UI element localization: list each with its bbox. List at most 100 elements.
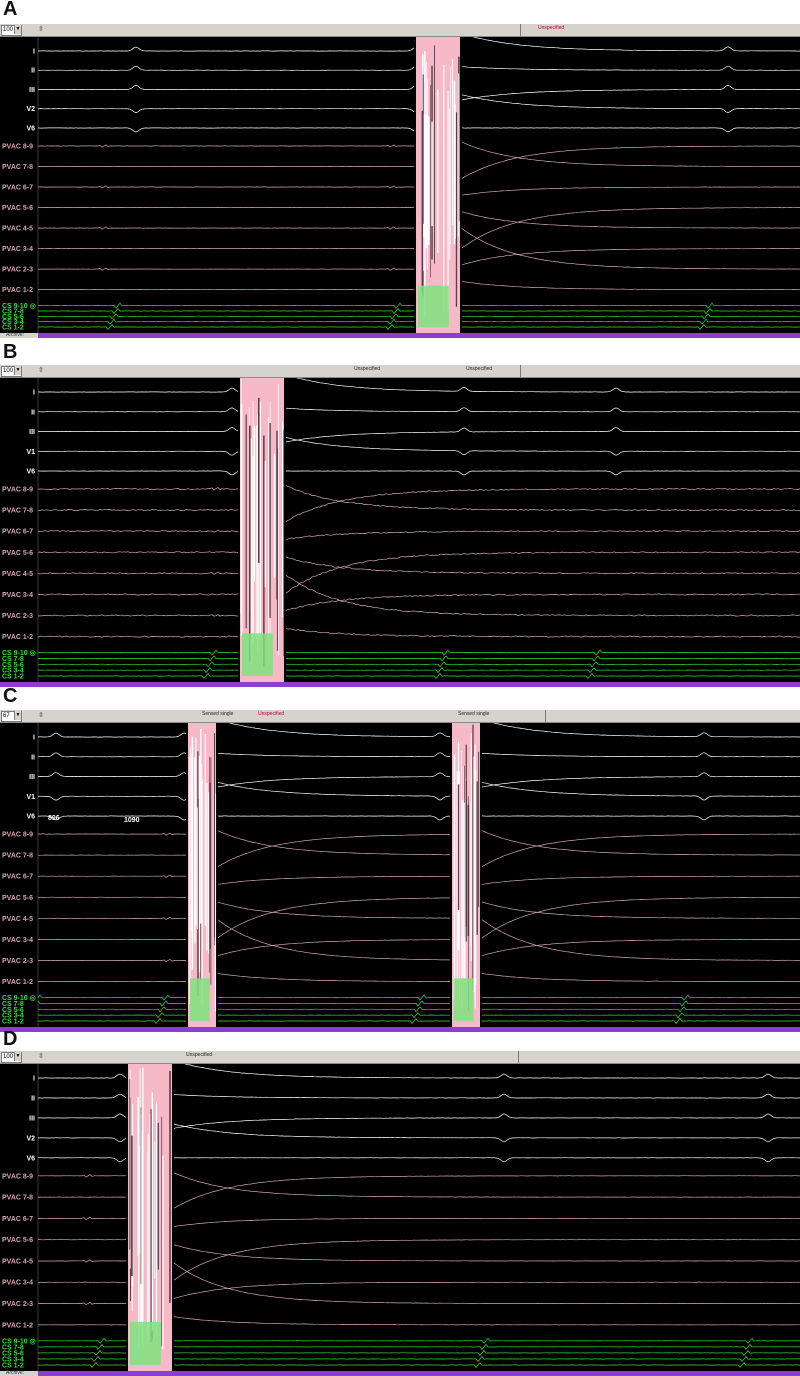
channel-label: PVAC 4-5 <box>2 226 33 233</box>
channel-trace <box>37 667 800 674</box>
channel-trace <box>37 437 800 456</box>
channel-label: PVAC 3-4 <box>2 937 33 944</box>
toolbar-divider <box>518 1051 519 1063</box>
channel-trace <box>38 901 800 920</box>
channel-label: III <box>29 429 35 436</box>
channel-trace <box>37 832 800 868</box>
chevron-down-icon[interactable]: ▼ <box>14 1052 21 1061</box>
channel-label: V1 <box>26 794 35 801</box>
panel-letter: A <box>3 0 18 20</box>
event-marker-label[interactable]: Unspecified <box>258 711 284 717</box>
ecg-tracing-svg: IIIIIIV1V6PVAC 8-9PVAC 7-8PVAC 6-7PVAC 5… <box>2 378 800 682</box>
channel-label: CS 1-2 <box>2 325 24 332</box>
event-marker-label[interactable]: Unspecified <box>538 25 564 31</box>
chevron-down-icon[interactable]: ▼ <box>14 366 21 375</box>
channel-label: PVAC 1-2 <box>2 1322 33 1329</box>
channel-label: CS 1-2 <box>2 1019 24 1026</box>
channel-label: III <box>29 774 35 781</box>
chevron-down-icon[interactable]: ▼ <box>14 25 21 34</box>
channel-label: PVAC 3-4 <box>2 592 33 599</box>
ecg-plot: I II III V1 V6 PVAC 8-9 PVAC 7-8 PVAC 6-7 PVAC 5… <box>0 723 800 1027</box>
panel-letter: C <box>3 685 18 707</box>
channel-label: PVAC 7-8 <box>2 853 33 860</box>
channel-label: PVAC 8-9 <box>2 1173 33 1180</box>
channel-label: PVAC 3-4 <box>2 1280 33 1287</box>
channel-trace <box>37 938 800 957</box>
channel-trace <box>37 529 800 541</box>
channel-label: V2 <box>26 1135 35 1142</box>
channel-label: PVAC 1-2 <box>2 979 33 986</box>
ecg-plot: I II III V2 V6 PVAC 8-9 PVAC 7-8 PVAC 6-7 PVAC 5… <box>0 1064 800 1371</box>
channel-trace <box>37 487 800 522</box>
ecg-tracing-svg: IIIIIIV2V6PVAC 8-9PVAC 7-8PVAC 6-7PVAC 5… <box>2 37 800 333</box>
channel-label: PVAC 1-2 <box>2 287 33 294</box>
channel-label: PVAC 4-5 <box>2 571 33 578</box>
interval-annotation: 896 <box>48 815 60 822</box>
recording-toolbar: 100 ▼ ⇳ Unspecified Unspecified <box>0 365 800 378</box>
channel-trace <box>37 661 800 668</box>
channel-trace <box>38 427 800 443</box>
cursor-icon[interactable]: ⇳ <box>38 366 44 374</box>
channel-label: V6 <box>26 125 35 132</box>
channel-label: PVAC 6-7 <box>2 185 33 192</box>
archive-tab[interactable]: Archive: <box>0 1371 38 1376</box>
channel-trace <box>37 655 800 662</box>
toolbar-divider <box>545 710 546 722</box>
channel-trace <box>38 593 800 611</box>
status-strip <box>0 1371 800 1376</box>
recording-toolbar: 100 ▼ ⇳ Unspecified <box>0 24 800 37</box>
event-marker-label[interactable]: Unspecified <box>186 1052 212 1058</box>
channel-label: II <box>31 68 35 75</box>
channel-label: PVAC 6-7 <box>2 1216 33 1223</box>
chevron-down-icon[interactable]: ▼ <box>14 711 21 720</box>
channel-trace <box>37 772 800 788</box>
status-strip <box>0 333 800 338</box>
recording-toolbar: 67 ▼ ⇳ Sensed single Unspecified Sensed singl… <box>0 710 800 723</box>
channel-label: PVAC 7-8 <box>2 164 33 171</box>
channel-label: V1 <box>26 449 35 456</box>
channel-label: PVAC 8-9 <box>2 487 33 494</box>
ablation-artifact <box>240 378 285 682</box>
ecg-tracing-svg: IIIIIIV1V6PVAC 8-9PVAC 7-8PVAC 6-7PVAC 5… <box>2 723 800 1027</box>
channel-label: PVAC 6-7 <box>2 874 33 881</box>
channel-label: PVAC 2-3 <box>2 958 33 965</box>
channel-label: III <box>29 1115 35 1122</box>
event-marker-label[interactable]: Unspecified <box>466 366 492 372</box>
panel-letter: B <box>3 341 18 363</box>
channel-trace <box>37 1000 800 1007</box>
gain-value: 100 <box>3 27 14 33</box>
channel-trace <box>37 628 800 638</box>
event-marker-label[interactable]: Sensed single <box>202 711 233 717</box>
channel-trace <box>37 994 800 1001</box>
gain-value: 100 <box>3 368 14 374</box>
ecg-plot: I II III V1 V6 PVAC 8-9 PVAC 7-8 PVAC 6-7 PVAC 5… <box>0 378 800 682</box>
event-marker-label[interactable]: Unspecified <box>354 366 380 372</box>
channel-label: I <box>33 390 35 397</box>
channel-label: PVAC 5-6 <box>2 550 33 557</box>
channel-trace <box>38 1012 800 1019</box>
archive-tab[interactable]: Archive: <box>0 333 38 338</box>
channel-trace <box>37 973 800 983</box>
cursor-icon[interactable]: ⇳ <box>38 711 44 719</box>
cursor-icon[interactable]: ⇳ <box>38 25 44 33</box>
channel-label: PVAC 4-5 <box>2 1258 33 1265</box>
channel-trace <box>37 556 800 575</box>
channel-label: PVAC 7-8 <box>2 508 33 515</box>
channel-label: V6 <box>26 1155 35 1162</box>
cursor-icon[interactable]: ⇳ <box>38 1052 44 1060</box>
channel-trace <box>37 551 800 594</box>
channel-label: I <box>33 49 35 56</box>
event-marker-label[interactable]: Sensed single <box>458 711 489 717</box>
channel-label: PVAC 5-6 <box>2 1237 33 1244</box>
channel-label: II <box>31 754 35 761</box>
ablation-artifact <box>452 723 480 1027</box>
channel-trace <box>37 781 800 801</box>
channel-label: II <box>31 1095 35 1102</box>
channel-trace <box>37 919 800 963</box>
ablation-artifact <box>188 723 217 1027</box>
channel-trace <box>37 874 800 885</box>
channel-trace <box>37 378 800 393</box>
recording-toolbar: 100 ▼ ⇳ Unspecified <box>0 1051 800 1064</box>
status-strip <box>0 682 800 687</box>
panel-letter: D <box>3 1028 18 1050</box>
